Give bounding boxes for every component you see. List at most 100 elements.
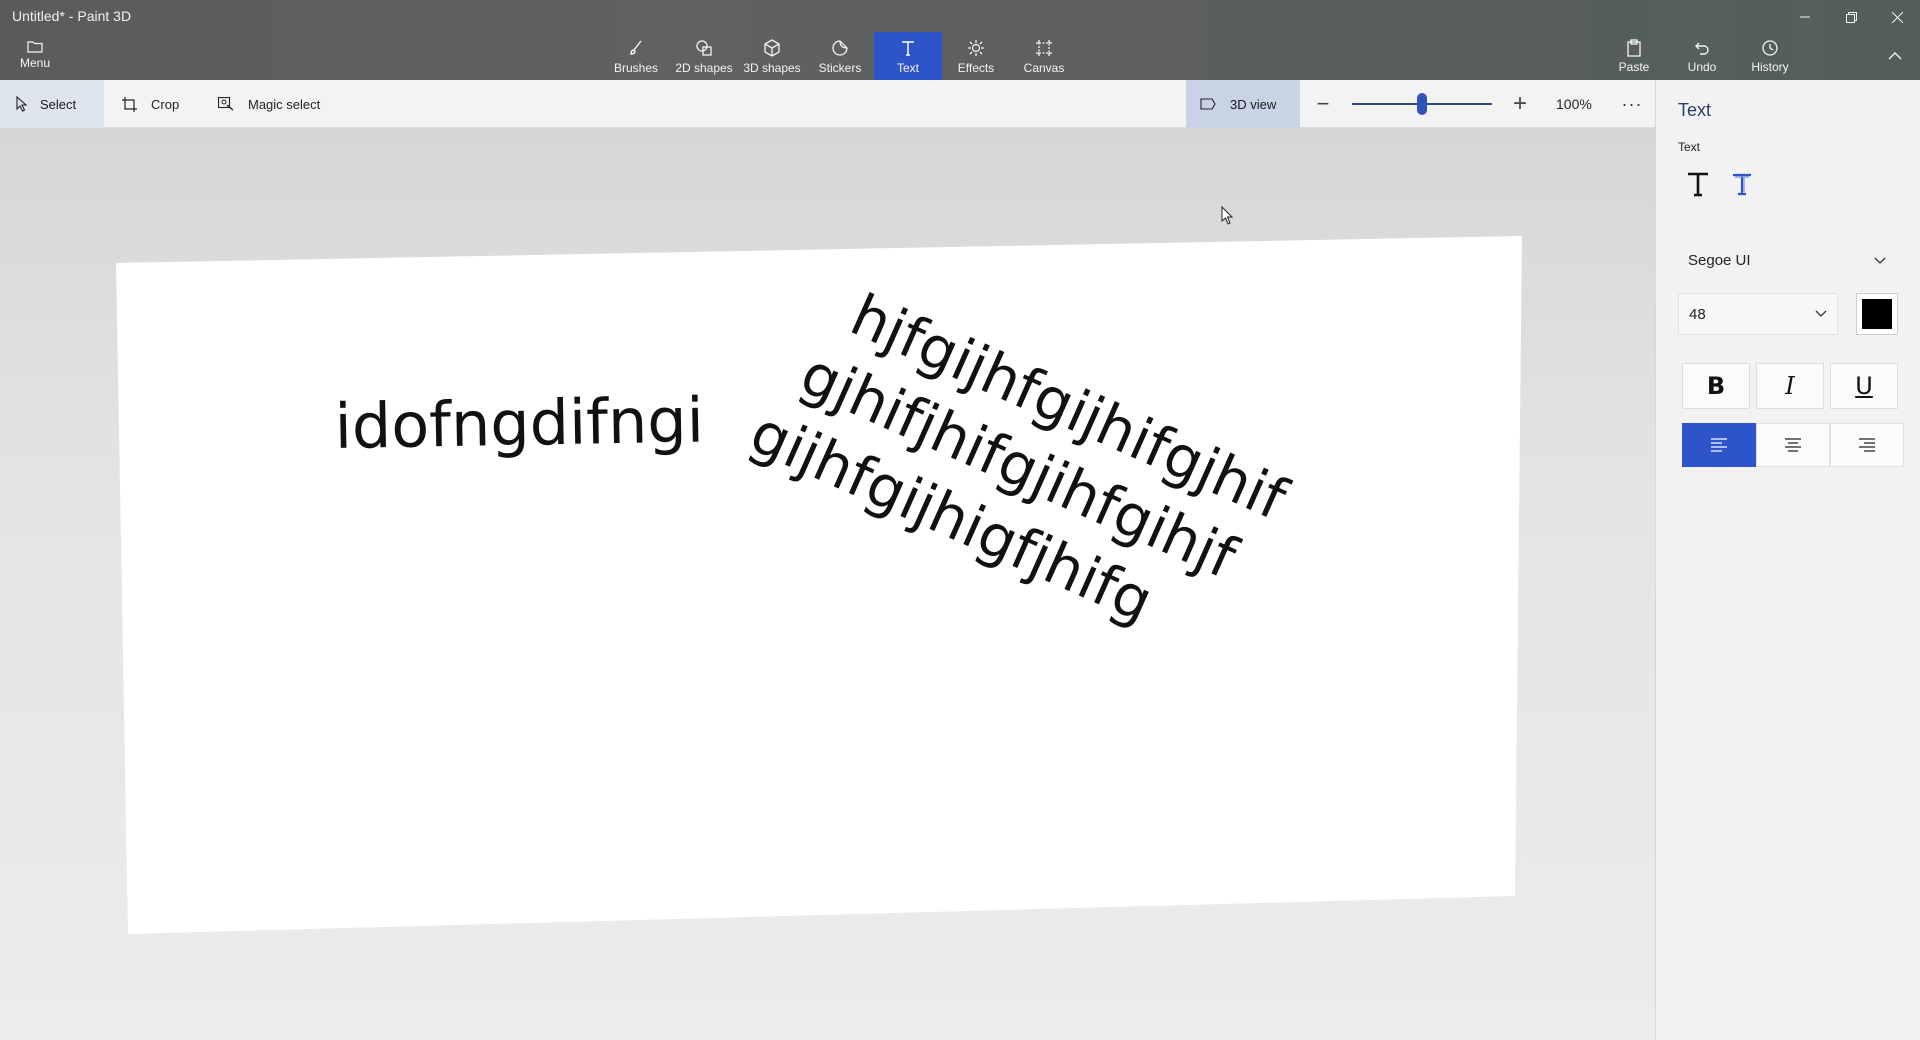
italic-icon: I [1785, 372, 1795, 400]
canvas-page[interactable] [0, 128, 1655, 1040]
2d-shapes-icon [696, 39, 712, 56]
menu-label: Menu [19, 56, 51, 70]
text-alignment-buttons [1682, 423, 1904, 467]
crop-label: Crop [151, 96, 180, 112]
restore-icon [1845, 11, 1857, 23]
text-icon [902, 40, 914, 56]
tab-effects[interactable]: Effects [942, 32, 1010, 80]
tab-label: Canvas [1023, 60, 1065, 75]
align-left-icon [1711, 438, 1727, 452]
folder-icon [27, 36, 43, 56]
menu-button[interactable]: Menu [10, 36, 60, 76]
more-options-button[interactable]: ··· [1614, 80, 1650, 128]
tab-label: Brushes [613, 60, 659, 75]
font-size-dropdown[interactable]: 48 [1678, 293, 1838, 335]
2d-text-icon [1688, 172, 1708, 197]
select-label: Select [40, 96, 77, 112]
font-family-value: Segoe UI [1688, 252, 1751, 269]
tab-brushes[interactable]: Brushes [602, 32, 670, 80]
tab-text[interactable]: Text [874, 32, 942, 80]
3d-view-icon [1200, 98, 1216, 110]
align-left-button[interactable] [1682, 423, 1756, 467]
font-size-value: 48 [1689, 305, 1706, 323]
brush-icon [630, 40, 642, 55]
tab-3d-shapes[interactable]: 3D shapes [738, 32, 806, 80]
tab-canvas[interactable]: Canvas [1010, 32, 1078, 80]
close-button[interactable] [1874, 0, 1920, 34]
paste-button[interactable]: Paste [1600, 36, 1668, 76]
underline-icon: U [1855, 372, 1873, 400]
tab-label: Text [896, 60, 919, 75]
zoom-slider-thumb[interactable] [1417, 93, 1427, 115]
zoom-out-button[interactable]: − [1310, 80, 1336, 128]
text-type-heading: Text [1678, 140, 1701, 154]
chevron-down-icon [1815, 310, 1827, 317]
canvas-text-box[interactable]: idofngdifngi [334, 384, 704, 463]
minus-icon: − [1316, 91, 1330, 116]
collapse-ribbon-button[interactable] [1880, 44, 1910, 68]
minimize-icon [1800, 16, 1810, 18]
minimize-button[interactable] [1782, 0, 1828, 34]
zoom-level[interactable]: 100% [1556, 80, 1592, 128]
underline-button[interactable]: U [1830, 363, 1898, 409]
italic-button[interactable]: I [1756, 363, 1824, 409]
tab-label: 2D shapes [675, 60, 733, 75]
3d-view-label: 3D view [1230, 96, 1277, 112]
window-controls [1782, 0, 1920, 34]
canvas-workspace[interactable]: idofngdifngi hjfgijhfgijhifgjhif gjhifjh… [0, 128, 1655, 1040]
paste-icon [1627, 38, 1641, 57]
selection-toolbar: Select Crop Magic select 3D view − + 100… [0, 80, 1655, 128]
history-label: History [1751, 59, 1789, 74]
tab-label: Stickers [818, 60, 862, 75]
align-center-button[interactable] [1756, 423, 1830, 467]
tab-label: 3D shapes [743, 60, 801, 75]
text-properties-panel: Text Text Segoe UI 48 B I U [1655, 80, 1920, 1040]
3d-view-toggle[interactable]: 3D view [1186, 80, 1300, 128]
undo-button[interactable]: Undo [1668, 36, 1736, 76]
font-family-dropdown[interactable]: Segoe UI [1678, 240, 1896, 282]
tab-2d-shapes[interactable]: 2D shapes [670, 32, 738, 80]
magic-select-button[interactable]: Magic select [218, 80, 320, 128]
chevron-up-icon [1888, 52, 1902, 60]
undo-label: Undo [1687, 59, 1717, 74]
2d-text-button[interactable] [1678, 164, 1718, 204]
cursor-arrow-icon [16, 96, 28, 112]
crop-icon [122, 96, 137, 112]
align-right-button[interactable] [1830, 423, 1904, 467]
magic-select-label: Magic select [248, 96, 321, 112]
3d-text-button[interactable] [1722, 164, 1762, 204]
paste-label: Paste [1618, 59, 1650, 74]
ellipsis-icon: ··· [1621, 93, 1643, 114]
align-right-icon [1859, 438, 1875, 452]
3d-text-icon [1733, 173, 1751, 196]
main-tool-tabs: Brushes 2D shapes 3D shapes Stickers Tex… [602, 32, 1078, 80]
align-center-icon [1785, 438, 1801, 452]
canvas-icon [1036, 39, 1052, 56]
bold-button[interactable]: B [1682, 363, 1750, 409]
history-button[interactable]: History [1736, 36, 1804, 76]
close-icon [1891, 11, 1903, 23]
text-color-button[interactable] [1856, 293, 1898, 335]
title-and-ribbon-bar: Untitled* - Paint 3D Menu Brushes 2D sha… [0, 0, 1920, 80]
panel-title: Text [1678, 100, 1712, 120]
zoom-in-button[interactable]: + [1506, 80, 1534, 128]
crop-button[interactable]: Crop [122, 80, 179, 128]
tab-label: Effects [957, 60, 995, 75]
effects-icon [968, 39, 984, 56]
plus-icon: + [1512, 90, 1527, 117]
select-button[interactable]: Select [0, 80, 104, 128]
mouse-pointer-icon [1221, 206, 1234, 225]
undo-icon [1695, 42, 1709, 55]
restore-button[interactable] [1828, 0, 1874, 34]
text-style-buttons: B I U [1682, 363, 1898, 409]
3d-shapes-icon [764, 38, 780, 57]
chevron-down-icon [1874, 257, 1886, 264]
magic-select-icon [218, 97, 234, 111]
text-color-swatch [1862, 299, 1892, 329]
bold-icon: B [1706, 372, 1726, 400]
history-icon [1762, 39, 1778, 56]
stickers-icon [832, 39, 848, 56]
window-title: Untitled* - Paint 3D [12, 8, 132, 24]
edit-actions: Paste Undo History [1600, 36, 1804, 80]
tab-stickers[interactable]: Stickers [806, 32, 874, 80]
